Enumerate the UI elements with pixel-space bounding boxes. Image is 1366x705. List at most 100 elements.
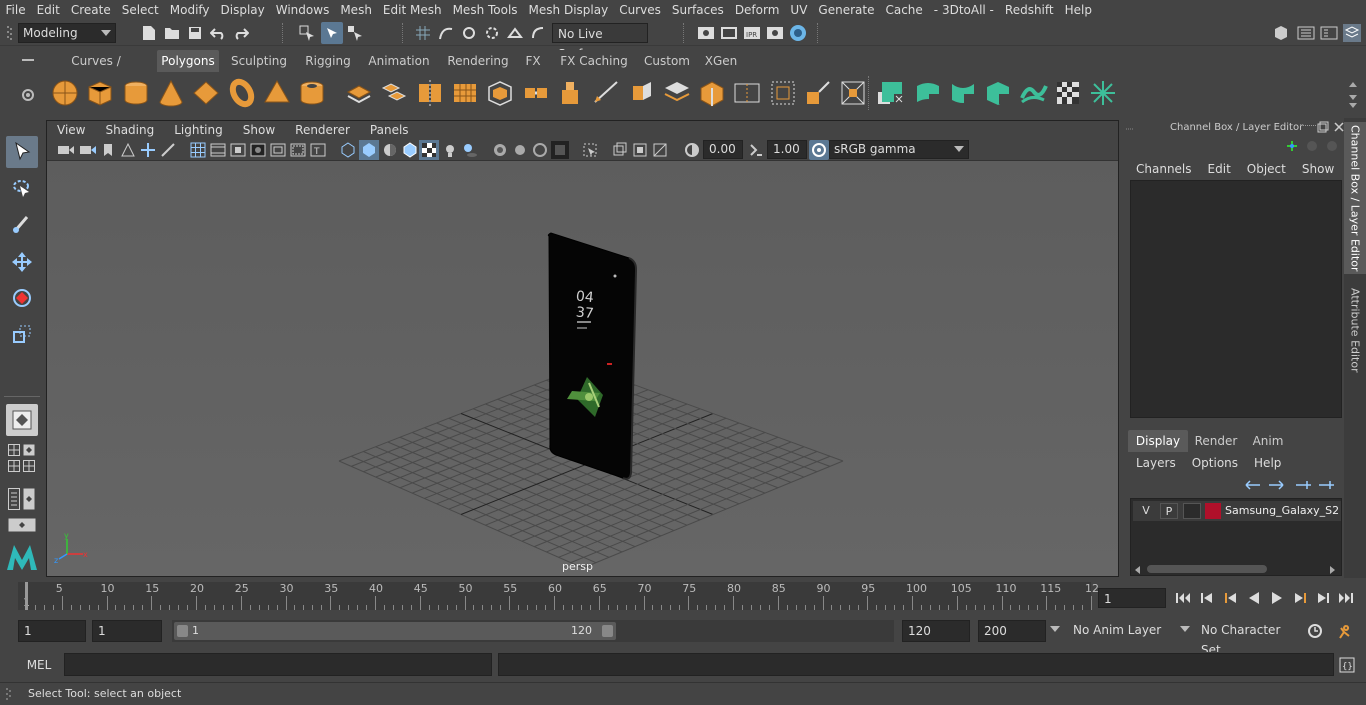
- cube-icon[interactable]: [85, 78, 115, 108]
- select-tool-icon[interactable]: [6, 136, 38, 168]
- scroll-left-icon[interactable]: [1135, 566, 1140, 574]
- menu-help[interactable]: Help: [1059, 0, 1097, 20]
- render-current-frame-icon[interactable]: [720, 24, 738, 42]
- textured-icon[interactable]: [419, 140, 439, 160]
- custom-layout-icon[interactable]: [8, 518, 36, 532]
- cone-icon[interactable]: [156, 78, 186, 108]
- select-component-icon[interactable]: [346, 24, 364, 42]
- shelf-settings-icon[interactable]: [18, 86, 38, 104]
- exposure-field[interactable]: 0.00: [703, 140, 743, 159]
- insert-edge-loop-icon[interactable]: [662, 78, 692, 108]
- playback-end-field[interactable]: 120: [902, 620, 970, 642]
- uv-editor-icon[interactable]: [1053, 78, 1083, 108]
- menu-redshift[interactable]: Redshift: [999, 0, 1059, 20]
- viewport-menu-shading[interactable]: Shading: [95, 121, 164, 139]
- channel-box-menu-channels[interactable]: Channels: [1128, 160, 1200, 178]
- paint-select-icon[interactable]: [6, 208, 38, 240]
- menu-uv[interactable]: UV: [785, 0, 813, 20]
- undo-icon[interactable]: [209, 24, 227, 42]
- gamma-field[interactable]: 1.00: [767, 140, 807, 159]
- two-d-pan-zoom-icon[interactable]: [139, 141, 157, 159]
- extrude-icon[interactable]: [556, 78, 586, 108]
- menu-3dtoall[interactable]: - 3DtoAll -: [928, 0, 999, 20]
- layer-menu-layers[interactable]: Layers: [1128, 454, 1184, 472]
- bookmark-icon[interactable]: [99, 141, 117, 159]
- render-settings-icon[interactable]: [766, 24, 784, 42]
- command-input[interactable]: [64, 653, 492, 676]
- field-chart-icon[interactable]: [269, 141, 287, 159]
- scene-end-field[interactable]: 200: [978, 620, 1046, 642]
- channel-box-toggle-icon[interactable]: [1343, 24, 1361, 42]
- range-start-grip[interactable]: [177, 625, 188, 637]
- xray-components-icon[interactable]: [651, 141, 669, 159]
- go-to-start-icon[interactable]: [1174, 589, 1192, 607]
- tool-settings-toggle-icon[interactable]: [1320, 24, 1338, 42]
- resolution-gate-icon[interactable]: [229, 141, 247, 159]
- snap-surface-icon[interactable]: [506, 24, 524, 42]
- channel-box-side-tab[interactable]: Channel Box / Layer Editor: [1344, 122, 1366, 274]
- xray-joints-icon[interactable]: [631, 141, 649, 159]
- modeling-toolkit-icon[interactable]: [1272, 24, 1290, 42]
- go-to-end-icon[interactable]: [1337, 589, 1355, 607]
- step-back-icon[interactable]: [1198, 589, 1216, 607]
- two-view-layout-icon[interactable]: [23, 460, 35, 472]
- uv-symmetry-icon[interactable]: [1088, 78, 1118, 108]
- layer-tab-render[interactable]: Render: [1190, 430, 1242, 452]
- hypershade-icon[interactable]: [789, 24, 807, 42]
- shadows-icon[interactable]: [461, 141, 479, 159]
- select-hierarchy-icon[interactable]: [298, 24, 316, 42]
- mel-label[interactable]: MEL: [18, 652, 60, 678]
- shelf-scroll-icon[interactable]: [1344, 78, 1362, 110]
- menu-deform[interactable]: Deform: [729, 0, 785, 20]
- grease-pencil-icon[interactable]: [159, 141, 177, 159]
- mirror-icon[interactable]: [732, 78, 762, 108]
- move-layer-down-icon[interactable]: [1267, 476, 1285, 494]
- extract-icon[interactable]: [415, 78, 445, 108]
- move-layer-up-icon[interactable]: [1244, 476, 1262, 494]
- safe-action-icon[interactable]: [289, 141, 307, 159]
- shelf-tab-polygons[interactable]: Polygons: [157, 50, 219, 72]
- shelf-menu-icon[interactable]: [18, 54, 38, 72]
- outliner-layout-icon[interactable]: [8, 488, 20, 510]
- select-object-icon[interactable]: [321, 22, 343, 44]
- depth-of-field-icon[interactable]: [551, 141, 569, 159]
- camera-attributes-icon[interactable]: [79, 141, 97, 159]
- hyper-icon[interactable]: [1324, 138, 1340, 154]
- timeline-ruler[interactable]: 5 10 15 20 25 30 35 40 45 50 55 60 65 70 75 80 85 90 95 100…: [18, 582, 1099, 610]
- snap-point-icon[interactable]: [460, 24, 478, 42]
- layer-visibility-toggle[interactable]: V: [1137, 503, 1155, 519]
- layer-menu-help[interactable]: Help: [1246, 454, 1289, 472]
- menu-edit-mesh[interactable]: Edit Mesh: [377, 0, 447, 20]
- grid-toggle-icon[interactable]: [189, 141, 207, 159]
- layer-playback-toggle[interactable]: P: [1160, 503, 1178, 519]
- torus-icon[interactable]: [227, 78, 257, 108]
- cut-uv-icon[interactable]: [1018, 78, 1048, 108]
- layer-name[interactable]: Samsung_Galaxy_S21_: [1225, 503, 1340, 519]
- layer-color-swatch[interactable]: [1205, 503, 1221, 519]
- shelf-tab-animation[interactable]: Animation: [366, 50, 432, 72]
- viewport-menu-renderer[interactable]: Renderer: [285, 121, 360, 139]
- persp-outliner-layout-icon[interactable]: [23, 444, 35, 456]
- menu-edit[interactable]: Edit: [31, 0, 65, 20]
- phone-model[interactable]: 04 37: [547, 232, 637, 480]
- shelf-tab-fx[interactable]: FX: [521, 50, 545, 72]
- menu-display[interactable]: Display: [215, 0, 270, 20]
- shelf-tab-curves-surfaces[interactable]: Curves / Surfaces: [48, 50, 144, 90]
- make-live-icon[interactable]: [529, 24, 547, 42]
- xray-icon[interactable]: [611, 141, 629, 159]
- snap-grid-icon[interactable]: [414, 24, 432, 42]
- viewport-menu-lighting[interactable]: Lighting: [164, 121, 233, 139]
- menu-surfaces[interactable]: Surfaces: [666, 0, 729, 20]
- film-gate-icon[interactable]: [209, 141, 227, 159]
- single-perspective-layout-icon[interactable]: [6, 404, 38, 436]
- bevel-icon[interactable]: [485, 78, 515, 108]
- scale-tool-icon[interactable]: [6, 318, 38, 350]
- menu-windows[interactable]: Windows: [270, 0, 335, 20]
- multisample-aa-icon[interactable]: [531, 141, 549, 159]
- new-layer-from-selection-icon[interactable]: [1317, 476, 1335, 494]
- attribute-editor-side-tab[interactable]: Attribute Editor: [1344, 282, 1366, 378]
- graph-layout-icon[interactable]: [23, 488, 35, 510]
- shelf-tab-rendering[interactable]: Rendering: [443, 50, 513, 72]
- chevron-down-icon[interactable]: [1050, 626, 1060, 632]
- play-forward-icon[interactable]: [1268, 589, 1286, 607]
